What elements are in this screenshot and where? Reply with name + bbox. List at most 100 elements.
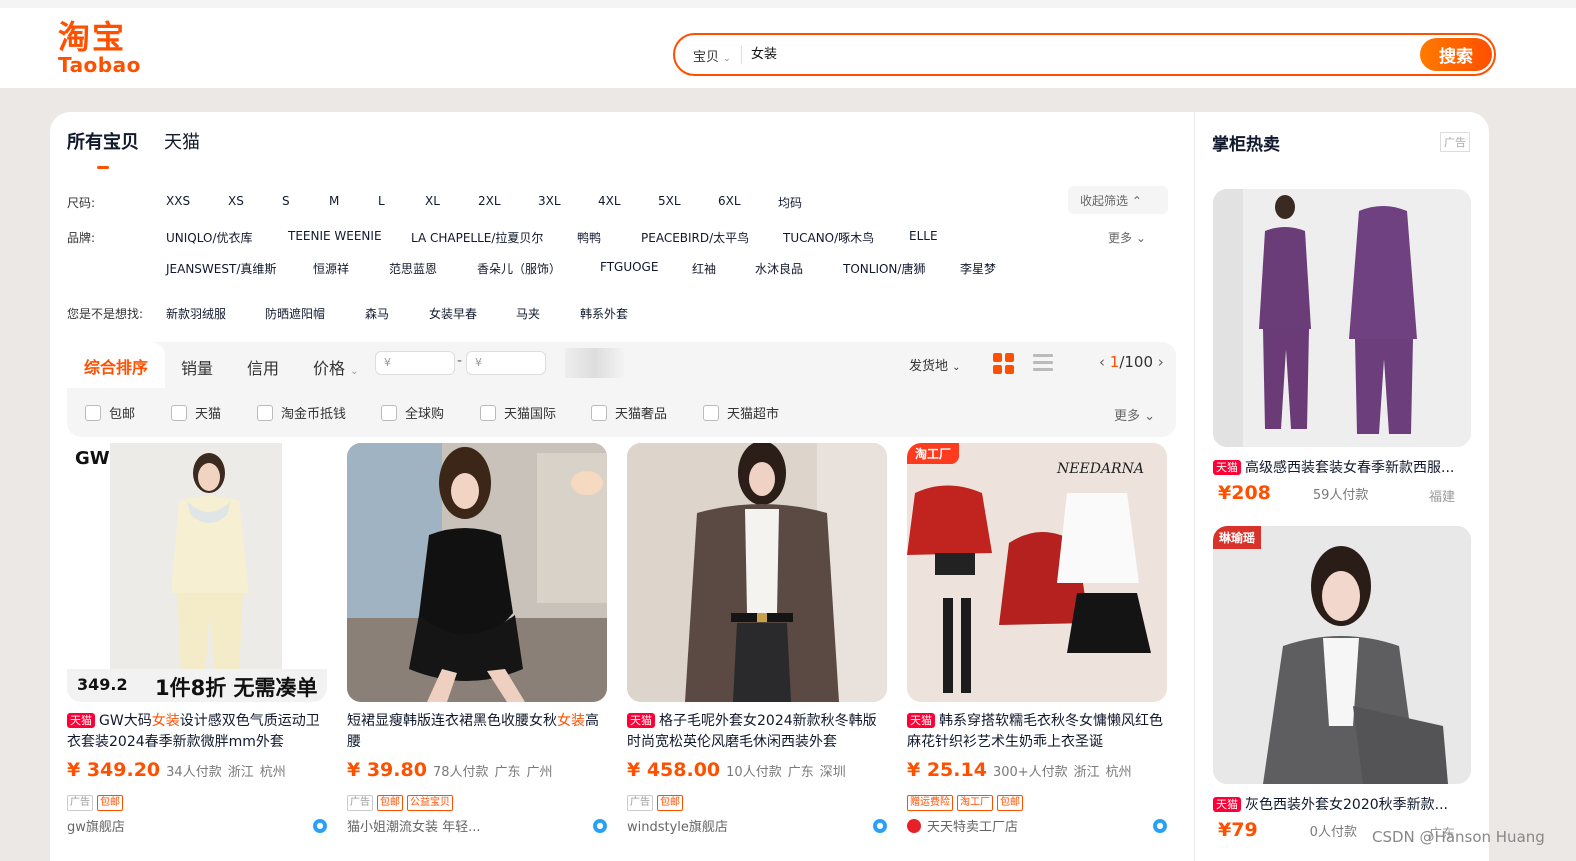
size-option[interactable]: M: [329, 194, 339, 208]
chevron-up-icon: ⌃: [1131, 194, 1142, 208]
brand-option[interactable]: 恒源祥: [313, 260, 349, 277]
next-page-icon[interactable]: ›: [1158, 353, 1164, 371]
ad-badge: 广告: [347, 795, 373, 811]
checkbox-label: 天猫奢品: [615, 407, 668, 422]
tab-all-items[interactable]: 所有宝贝: [67, 128, 139, 154]
sort-credit[interactable]: 信用: [247, 355, 279, 379]
suggestion-link[interactable]: 马夹: [516, 305, 540, 322]
hot-item-title[interactable]: 天猫 灰色西装外套女2020秋季新款...: [1213, 794, 1471, 814]
more-filters-link[interactable]: 更多 ⌄: [1114, 405, 1155, 424]
product-title[interactable]: 天猫 格子毛呢外套女2024新款秋冬韩版时尚宽松英伦风磨毛休闲西装外套: [627, 711, 885, 753]
brand-option[interactable]: ELLE: [909, 229, 938, 243]
size-option[interactable]: 2XL: [478, 194, 501, 208]
hot-item-image[interactable]: 琳瑜瑶: [1213, 526, 1471, 784]
shop-logo-icon: [907, 819, 921, 833]
brand-option[interactable]: 范思蓝恩: [389, 260, 437, 277]
grid-view-icon[interactable]: [993, 353, 1014, 374]
brand-option[interactable]: PEACEBIRD/太平鸟: [641, 229, 749, 246]
chat-icon[interactable]: ●: [873, 819, 887, 833]
brand-option[interactable]: TONLION/唐狮: [843, 260, 925, 277]
tmall-tag: 天猫: [1213, 797, 1241, 812]
product-image[interactable]: 淘工厂 NEEDARNA: [907, 443, 1167, 702]
size-option[interactable]: 5XL: [658, 194, 681, 208]
list-view-icon[interactable]: [1033, 354, 1053, 372]
taobao-logo[interactable]: 淘宝 Taobao: [58, 20, 141, 76]
checkbox-label: 天猫国际: [504, 407, 557, 422]
hot-item-image[interactable]: [1213, 189, 1471, 447]
brand-option[interactable]: LA CHAPELLE/拉夏贝尔: [411, 229, 543, 246]
sales-count: 59人付款: [1312, 488, 1369, 503]
sort-price[interactable]: 价格 ⌄: [313, 355, 359, 379]
product-title[interactable]: 天猫 韩系穿搭软糯毛衣秋冬女慵懒风红色麻花针织衫艺术生奶乖上衣圣诞: [907, 711, 1165, 753]
search-type-select[interactable]: 宝贝 ⌄: [693, 46, 731, 65]
collapse-filters-button[interactable]: 收起筛选 ⌃: [1068, 186, 1168, 214]
size-option[interactable]: L: [378, 194, 385, 208]
price-max-input[interactable]: ¥: [466, 351, 546, 375]
brand-option[interactable]: 水沐良品: [755, 260, 803, 277]
checkbox-global[interactable]: 全球购: [381, 403, 444, 422]
size-option[interactable]: 均码: [778, 194, 802, 211]
hot-item-title-text: 灰色西装外套女2020秋季新款...: [1245, 797, 1448, 813]
product-card[interactable]: 天猫 格子毛呢外套女2024新款秋冬韩版时尚宽松英伦风磨毛休闲西装外套 ¥ 458…: [627, 443, 887, 843]
suggestion-link[interactable]: 韩系外套: [580, 305, 628, 322]
product-card[interactable]: 淘工厂 NEEDARNA 天猫 韩系穿搭软糯毛衣秋冬女慵懒风红色麻花针织衫艺术生奶…: [907, 443, 1167, 843]
brand-option[interactable]: TEENIE WEENIE: [288, 229, 382, 243]
shop-name-text: 天天特卖工厂店: [927, 820, 1019, 835]
size-option[interactable]: XXS: [166, 194, 190, 208]
checkbox-label: 包邮: [109, 407, 136, 422]
tab-tmall[interactable]: 天猫: [164, 128, 200, 154]
brand-more-link[interactable]: 更多 ⌄: [1108, 229, 1146, 246]
checkbox-taojinbi[interactable]: 淘金币抵钱: [257, 403, 346, 422]
suggestion-link[interactable]: 防晒遮阳帽: [265, 305, 325, 322]
suggestion-link[interactable]: 新款羽绒服: [166, 305, 226, 322]
product-image[interactable]: [627, 443, 887, 702]
product-card[interactable]: 短裙显瘦韩版连衣裙黑色收腰女秋女装高腰 ¥ 39.80 78人付款 广东 广州 广告包…: [347, 443, 607, 843]
product-image[interactable]: GW 349.2 1件8折 无需凑单: [67, 443, 327, 702]
badge: 包邮: [657, 795, 683, 811]
shop-name[interactable]: 天天特卖工厂店: [907, 816, 1018, 835]
brand-option[interactable]: 香朵儿（服饰）: [477, 260, 561, 277]
brand-option[interactable]: FTGUOGE: [600, 260, 658, 274]
sort-default[interactable]: 综合排序: [84, 354, 148, 378]
shop-name[interactable]: 猫小姐潮流女装 年轻...: [347, 816, 481, 835]
size-option[interactable]: 3XL: [538, 194, 561, 208]
brand-option[interactable]: JEANSWEST/真维斯: [166, 260, 276, 277]
hot-item-title[interactable]: 天猫 高级感西装套装女春季新款西服...: [1213, 457, 1471, 477]
location-city: 杭州: [1105, 765, 1132, 780]
suggestion-link[interactable]: 森马: [365, 305, 389, 322]
product-card[interactable]: GW 349.2 1件8折 无需凑单 天猫 GW大码女装设计感双色气质运动卫衣套装…: [67, 443, 327, 843]
chat-icon[interactable]: ●: [1153, 819, 1167, 833]
checkbox-icon: [85, 405, 101, 421]
product-title[interactable]: 短裙显瘦韩版连衣裙黑色收腰女秋女装高腰: [347, 711, 605, 753]
size-option[interactable]: 6XL: [718, 194, 741, 208]
shop-name[interactable]: gw旗舰店: [67, 816, 125, 835]
brand-option[interactable]: 鸭鸭: [577, 229, 601, 246]
suggestion-link[interactable]: 女装早春: [429, 305, 477, 322]
prev-page-icon[interactable]: ‹: [1099, 353, 1105, 371]
size-option[interactable]: S: [282, 194, 290, 208]
price-min-input[interactable]: ¥: [375, 351, 455, 375]
brand-option[interactable]: 李星梦: [960, 260, 996, 277]
chat-icon[interactable]: ●: [593, 819, 607, 833]
title-text: GW大码: [99, 713, 152, 729]
size-option[interactable]: XS: [228, 194, 244, 208]
chat-icon[interactable]: ●: [313, 819, 327, 833]
size-option[interactable]: 4XL: [598, 194, 621, 208]
checkbox-tmall[interactable]: 天猫: [171, 403, 221, 422]
shop-name[interactable]: windstyle旗舰店: [627, 816, 728, 835]
search-input[interactable]: [751, 45, 1351, 60]
checkbox-tmall-market[interactable]: 天猫超市: [703, 403, 779, 422]
brand-option[interactable]: UNIQLO/优衣库: [166, 229, 253, 246]
image-brand: NEEDARNA: [1057, 461, 1144, 477]
brand-option[interactable]: TUCANO/啄木鸟: [783, 229, 874, 246]
brand-option[interactable]: 红袖: [692, 260, 716, 277]
product-title[interactable]: 天猫 GW大码女装设计感双色气质运动卫衣套装2024春季新款微胖mm外套: [67, 711, 325, 753]
ship-from-dropdown[interactable]: 发货地 ⌄: [909, 355, 961, 374]
size-option[interactable]: XL: [425, 194, 440, 208]
checkbox-free-shipping[interactable]: 包邮: [85, 403, 135, 422]
sort-sales[interactable]: 销量: [181, 355, 213, 379]
checkbox-tmall-intl[interactable]: 天猫国际: [480, 403, 556, 422]
search-button[interactable]: 搜索: [1420, 38, 1492, 71]
product-image[interactable]: [347, 443, 607, 702]
checkbox-tmall-luxury[interactable]: 天猫奢品: [591, 403, 667, 422]
